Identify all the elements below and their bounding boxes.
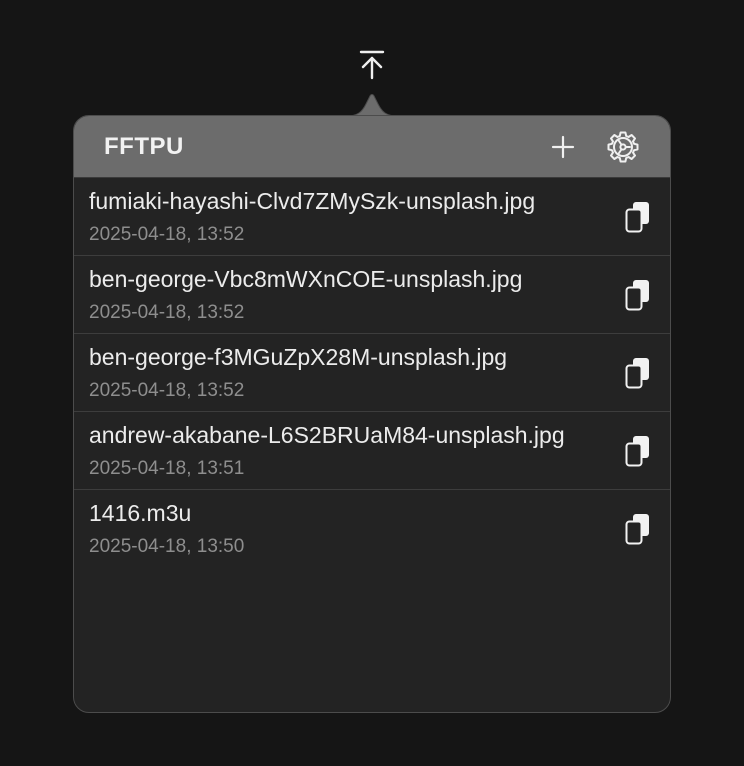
copy-button[interactable] — [623, 512, 653, 548]
copy-button[interactable] — [623, 278, 653, 314]
gear-icon — [607, 131, 639, 163]
file-row[interactable]: ben-george-f3MGuZpX28M-unsplash.jpg 2025… — [74, 334, 670, 412]
popover-header: FFTPU — [74, 116, 670, 178]
file-list: fumiaki-hayashi-Clvd7ZMySzk-unsplash.jpg… — [74, 178, 670, 568]
file-date: 2025-04-18, 13:52 — [89, 380, 245, 401]
file-date: 2025-04-18, 13:50 — [89, 536, 245, 557]
file-row[interactable]: andrew-akabane-L6S2BRUaM84-unsplash.jpg … — [74, 412, 670, 490]
file-name: ben-george-f3MGuZpX28M-unsplash.jpg — [89, 344, 508, 370]
upload-arrow-icon[interactable] — [356, 48, 388, 82]
file-row[interactable]: ben-george-Vbc8mWXnCOE-unsplash.jpg 2025… — [74, 256, 670, 334]
copy-icon — [625, 358, 649, 389]
file-name: andrew-akabane-L6S2BRUaM84-unsplash.jpg — [89, 422, 565, 448]
file-name: 1416.m3u — [89, 500, 192, 526]
app-title: FFTPU — [104, 133, 184, 160]
file-row[interactable]: 1416.m3u 2025-04-18, 13:50 — [74, 490, 670, 568]
file-date: 2025-04-18, 13:52 — [89, 224, 245, 245]
settings-button[interactable] — [606, 130, 640, 164]
copy-icon — [625, 280, 649, 311]
add-button[interactable] — [546, 130, 580, 164]
copy-button[interactable] — [623, 434, 653, 470]
file-date: 2025-04-18, 13:51 — [89, 458, 245, 479]
file-name: ben-george-Vbc8mWXnCOE-unsplash.jpg — [89, 266, 523, 292]
copy-button[interactable] — [623, 356, 653, 392]
copy-icon — [625, 514, 649, 545]
plus-icon — [551, 135, 575, 159]
copy-icon — [625, 436, 649, 467]
file-date: 2025-04-18, 13:52 — [89, 302, 245, 323]
file-name: fumiaki-hayashi-Clvd7ZMySzk-unsplash.jpg — [89, 188, 536, 214]
popover-arrow — [346, 94, 398, 117]
copy-button[interactable] — [623, 200, 653, 236]
copy-icon — [625, 202, 649, 233]
file-row[interactable]: fumiaki-hayashi-Clvd7ZMySzk-unsplash.jpg… — [74, 178, 670, 256]
popover-window: FFTPU fumiaki-hayashi-Clvd7ZMySzk-unspla… — [73, 115, 671, 713]
